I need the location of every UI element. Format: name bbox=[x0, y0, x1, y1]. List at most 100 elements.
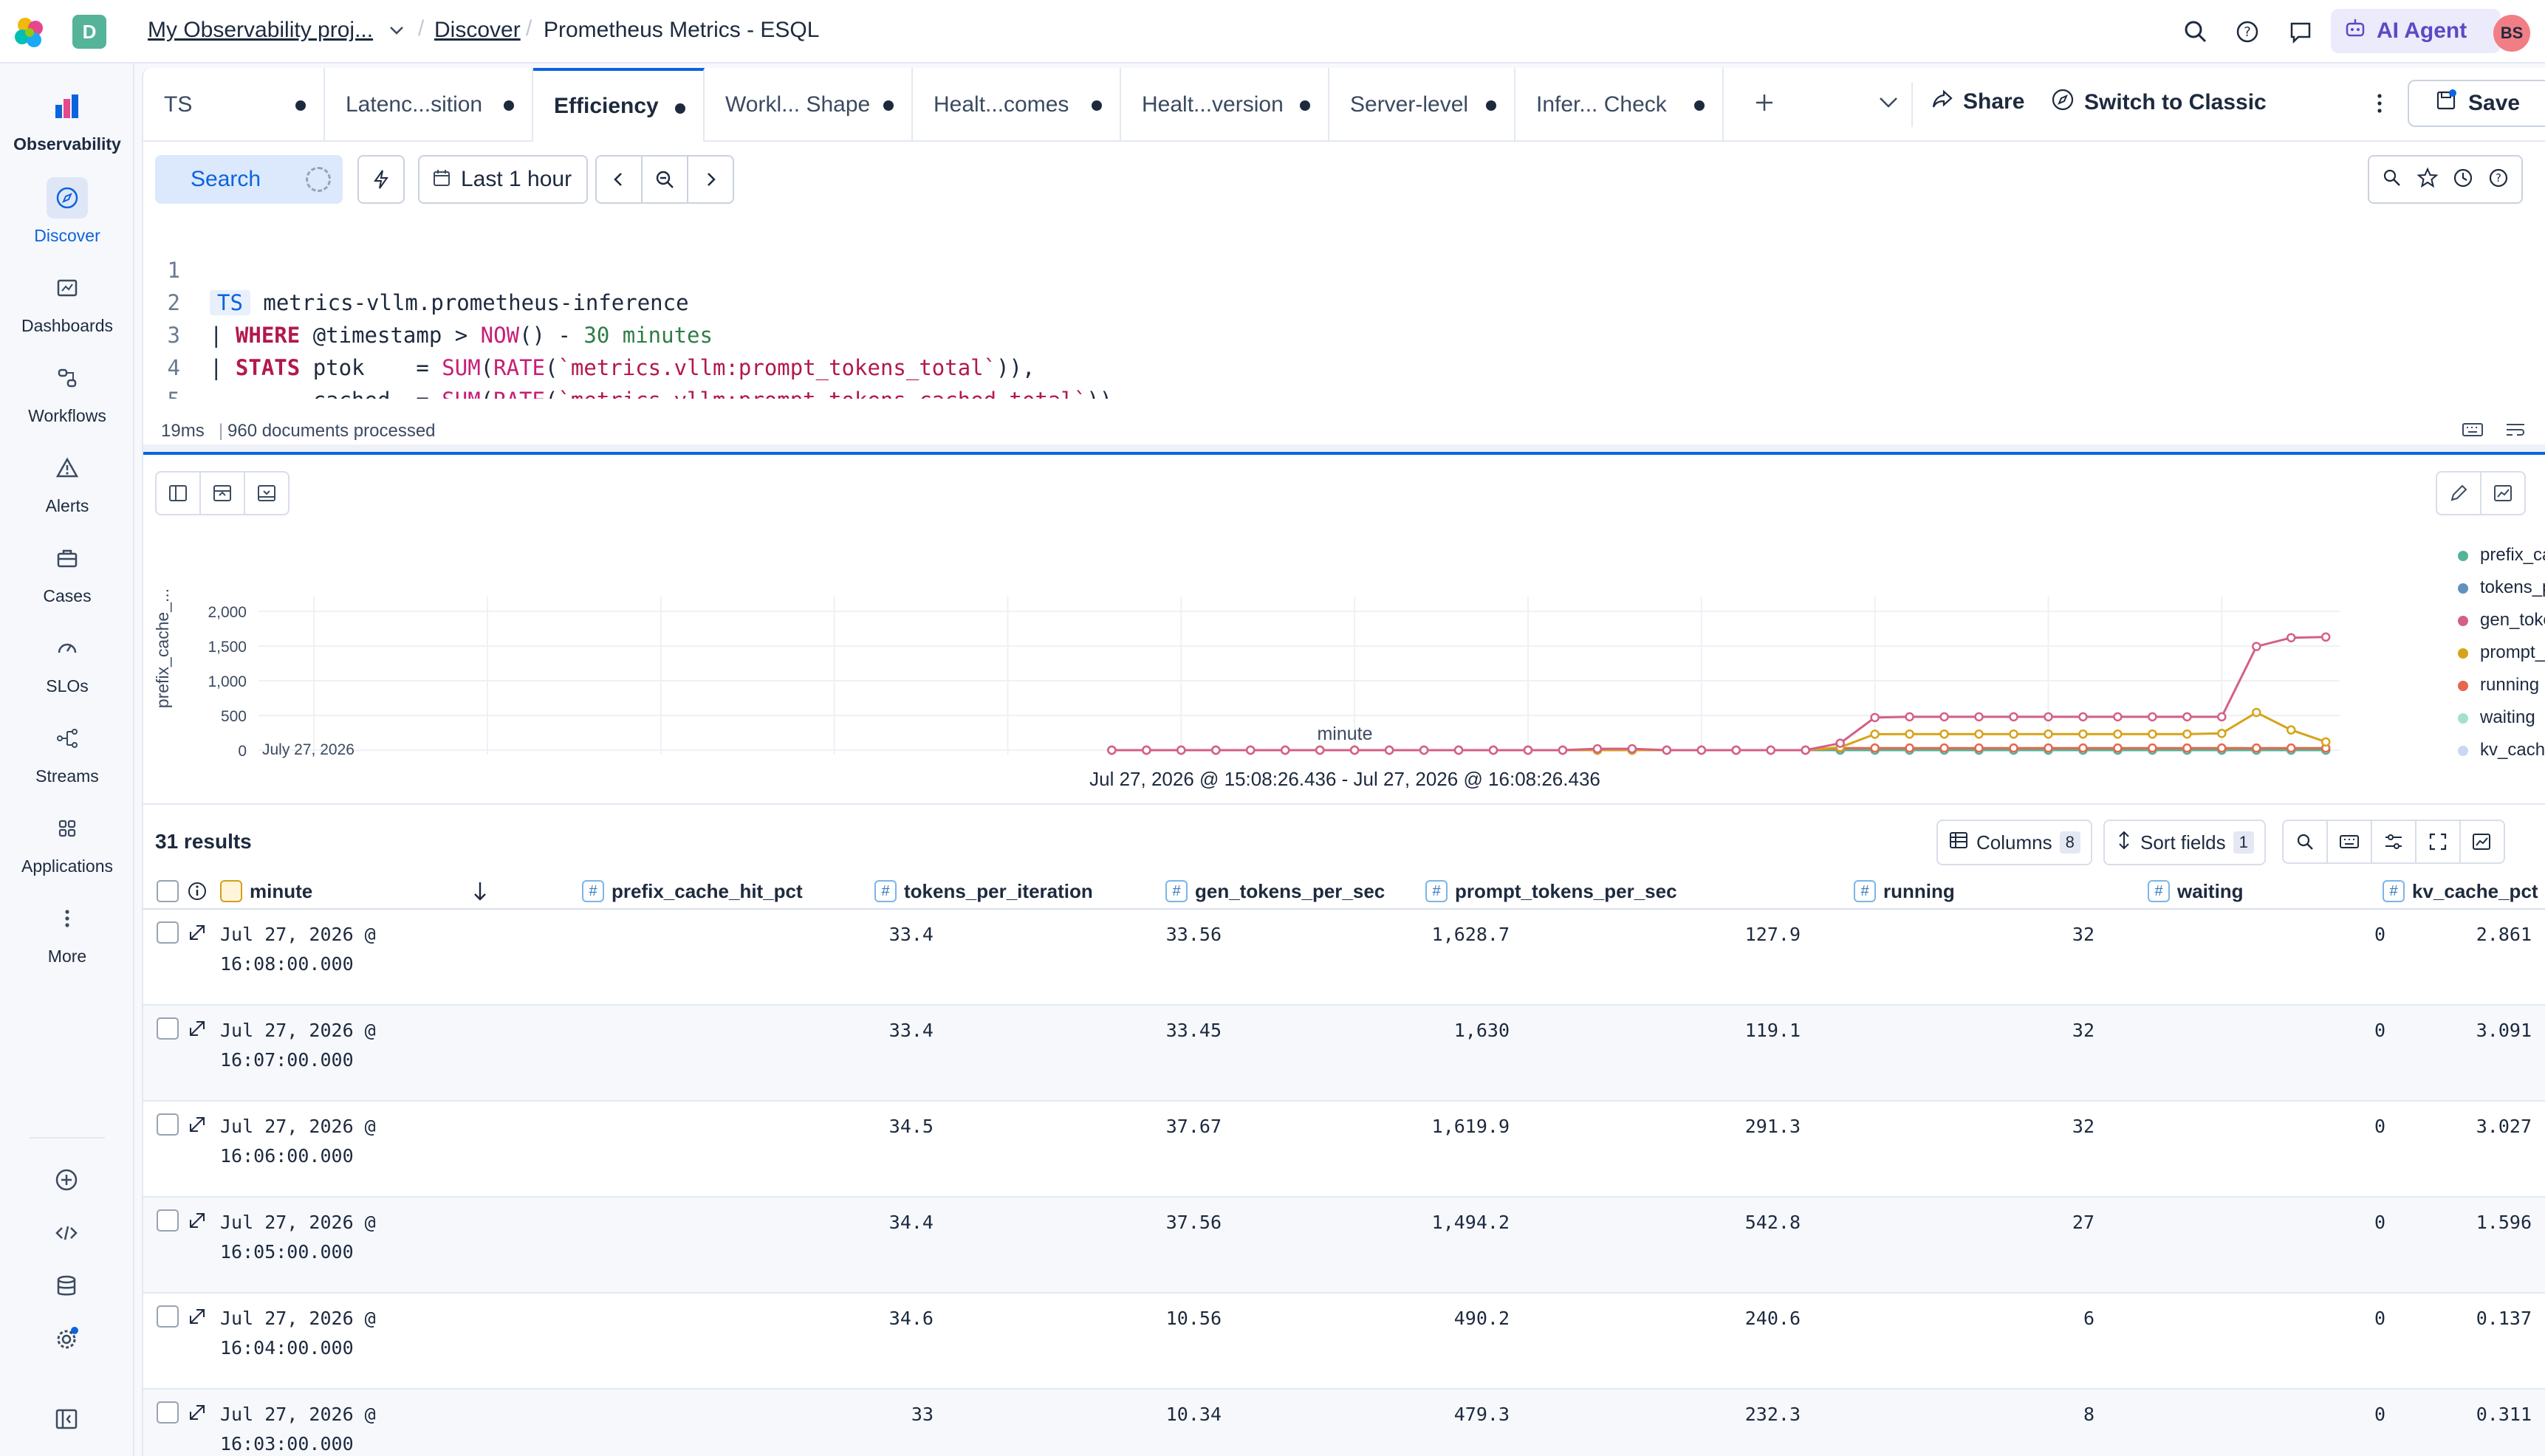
running-series-point[interactable] bbox=[1974, 743, 1984, 753]
expand-row-icon[interactable] bbox=[186, 1209, 208, 1235]
table-row[interactable]: Jul 27, 2026 @ 16:04:00.000 34.6 10.56 490.2… bbox=[143, 1294, 2545, 1390]
add-to-dashboard-icon[interactable] bbox=[2459, 820, 2505, 864]
gen-tokens-series-point[interactable] bbox=[2148, 712, 2157, 722]
select-all-checkbox[interactable] bbox=[157, 880, 179, 902]
search-icon[interactable] bbox=[2180, 16, 2211, 47]
sidebar-item-more[interactable]: More bbox=[0, 898, 134, 966]
running-series-point[interactable] bbox=[2078, 743, 2088, 753]
resize-splitter[interactable] bbox=[143, 452, 2545, 455]
running-series-point[interactable] bbox=[1870, 743, 1880, 753]
gen-tokens-series-point[interactable] bbox=[1211, 745, 1221, 755]
sidebar-item-cases[interactable]: Cases bbox=[0, 538, 134, 606]
table-row[interactable]: Jul 27, 2026 @ 16:07:00.000 33.4 33.45 1,630… bbox=[143, 1006, 2545, 1102]
tab-health-outcomes[interactable]: Healt...comes bbox=[913, 68, 1121, 142]
gen-tokens-series-point[interactable] bbox=[2044, 712, 2053, 722]
tabs-menu-chevron-icon[interactable] bbox=[1876, 92, 1901, 117]
star-icon[interactable] bbox=[2416, 167, 2439, 193]
gen-tokens-series-point[interactable] bbox=[1280, 745, 1290, 755]
running-series-point[interactable] bbox=[2009, 743, 2018, 753]
gen-tokens-series-point[interactable] bbox=[2286, 633, 2296, 642]
sidebar-item-workflows[interactable]: Workflows bbox=[0, 357, 134, 426]
column-header-tokens-per-iteration[interactable]: # tokens_per_iteration bbox=[874, 873, 1093, 910]
running-series-point[interactable] bbox=[1905, 743, 1914, 753]
gen-tokens-series-point[interactable] bbox=[1905, 712, 1914, 722]
legend-item[interactable]: gen_tokens_p... bbox=[2458, 610, 2545, 631]
tab-ts[interactable]: TS bbox=[143, 68, 325, 142]
table-row[interactable]: Jul 27, 2026 @ 16:08:00.000 33.4 33.56 1,628… bbox=[143, 910, 2545, 1006]
history-icon[interactable] bbox=[2452, 167, 2474, 193]
gen-tokens-series-point[interactable] bbox=[1107, 745, 1117, 755]
row-checkbox[interactable] bbox=[157, 1113, 179, 1136]
query-help-icon[interactable]: ? bbox=[2487, 167, 2510, 193]
info-icon[interactable] bbox=[186, 880, 208, 906]
row-checkbox[interactable] bbox=[157, 1305, 179, 1328]
column-header-gen-tokens-per-sec[interactable]: # gen_tokens_per_sec bbox=[1165, 873, 1385, 910]
gen-tokens-series-point[interactable] bbox=[2113, 712, 2123, 722]
switch-to-classic-button[interactable]: Switch to Classic bbox=[2050, 87, 2267, 118]
table-row[interactable]: Jul 27, 2026 @ 16:05:00.000 34.4 37.56 1,494… bbox=[143, 1198, 2545, 1294]
gen-tokens-series-point[interactable] bbox=[1627, 744, 1637, 754]
tab-workload-shape[interactable]: Workl... Shape bbox=[705, 68, 913, 142]
legend-item[interactable]: prompt_token... bbox=[2458, 642, 2545, 663]
table-search-icon[interactable] bbox=[2282, 820, 2328, 864]
gen-tokens-series-point[interactable] bbox=[1142, 745, 1151, 755]
gen-tokens-series-point[interactable] bbox=[1488, 745, 1498, 755]
feedback-icon[interactable] bbox=[2285, 16, 2316, 47]
row-checkbox[interactable] bbox=[157, 1401, 179, 1424]
tab-latency-composition[interactable]: Latenc...sition bbox=[325, 68, 533, 142]
sidebar-item-observability[interactable]: Observability bbox=[0, 86, 134, 154]
column-header-kv-cache-pct[interactable]: # kv_cache_pct bbox=[2383, 873, 2538, 910]
row-checkbox[interactable] bbox=[157, 1209, 179, 1232]
user-avatar[interactable]: BS bbox=[2493, 15, 2530, 52]
settings-gear-icon[interactable] bbox=[53, 1326, 80, 1356]
breadcrumb-discover-label[interactable]: Discover bbox=[434, 18, 521, 42]
space-badge[interactable]: D bbox=[72, 15, 106, 49]
tab-efficiency[interactable]: Efficiency bbox=[533, 68, 705, 142]
ai-agent-button[interactable]: AI Agent bbox=[2331, 9, 2501, 53]
save-button[interactable]: Save bbox=[2408, 80, 2545, 127]
gen-tokens-series-point[interactable] bbox=[1419, 745, 1429, 755]
edit-visualization-icon[interactable] bbox=[2436, 471, 2481, 515]
gen-tokens-series-point[interactable] bbox=[1384, 745, 1394, 755]
table-row[interactable]: Jul 27, 2026 @ 16:06:00.000 34.5 37.67 1,619… bbox=[143, 1102, 2545, 1198]
breadcrumb-discover[interactable]: Discover bbox=[434, 18, 521, 43]
sidebar-item-discover[interactable]: Discover bbox=[0, 177, 134, 246]
gen-tokens-series-point[interactable] bbox=[1558, 745, 1568, 755]
help-icon[interactable]: ? bbox=[2232, 16, 2263, 47]
gen-tokens-series-point[interactable] bbox=[2217, 712, 2227, 722]
time-back-chevron-icon[interactable] bbox=[595, 155, 643, 204]
sort-descending-arrow-icon[interactable] bbox=[471, 880, 489, 906]
gen-tokens-series-point[interactable] bbox=[1592, 744, 1603, 754]
wrap-text-icon[interactable] bbox=[2504, 419, 2527, 445]
sidebar-item-applications[interactable]: Applications bbox=[0, 808, 134, 876]
column-header-prompt-tokens-per-sec[interactable]: # prompt_tokens_per_sec bbox=[1425, 873, 1677, 910]
gen-tokens-series-point[interactable] bbox=[1453, 745, 1464, 755]
breadcrumb-project[interactable]: My Observability proj... bbox=[148, 18, 373, 43]
collapse-chart-icon[interactable] bbox=[199, 471, 245, 515]
sidebar-item-alerts[interactable]: Alerts bbox=[0, 447, 134, 516]
time-picker[interactable]: Last 1 hour bbox=[418, 155, 588, 204]
gen-tokens-series-point[interactable] bbox=[1315, 745, 1325, 755]
running-series-point[interactable] bbox=[2286, 743, 2296, 753]
tab-health-version[interactable]: Healt...version bbox=[1121, 68, 1329, 142]
save-visualization-icon[interactable] bbox=[2480, 471, 2526, 515]
sidebar-item-streams[interactable]: Streams bbox=[0, 718, 134, 786]
gen-tokens-series-point[interactable] bbox=[2009, 712, 2018, 722]
more-actions-icon[interactable] bbox=[2372, 90, 2387, 120]
sidebar-item-slos[interactable]: SLOs bbox=[0, 628, 134, 696]
sort-fields-button[interactable]: Sort fields 1 bbox=[2103, 820, 2266, 865]
add-data-icon[interactable] bbox=[53, 1167, 80, 1197]
expand-row-icon[interactable] bbox=[186, 1401, 208, 1427]
running-series-point[interactable] bbox=[2113, 743, 2123, 753]
legend-item[interactable]: prefix_cache_... bbox=[2458, 545, 2545, 566]
ai-assist-icon[interactable] bbox=[2381, 167, 2403, 193]
expand-table-icon[interactable] bbox=[244, 471, 290, 515]
gen-tokens-series-point[interactable] bbox=[1939, 712, 1949, 722]
columns-button[interactable]: Columns 8 bbox=[1936, 820, 2092, 865]
gen-tokens-series-point[interactable] bbox=[1523, 745, 1533, 755]
gen-tokens-series-point[interactable] bbox=[1349, 745, 1360, 755]
legend-item[interactable]: waiting bbox=[2458, 707, 2535, 728]
expand-row-icon[interactable] bbox=[186, 1113, 208, 1139]
running-series-point[interactable] bbox=[2182, 743, 2192, 753]
gen-tokens-series-point[interactable] bbox=[1870, 712, 1880, 723]
